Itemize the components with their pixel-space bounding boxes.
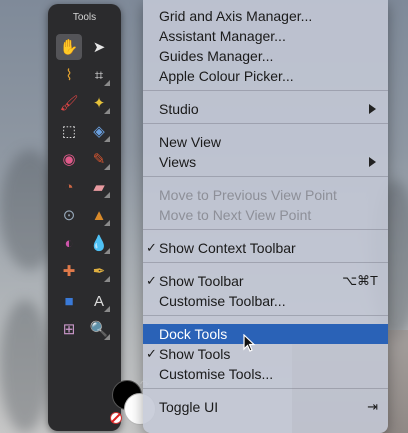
checkmark-icon: ✓ bbox=[146, 273, 157, 288]
menu-item-new-view[interactable]: New View bbox=[143, 132, 388, 152]
move-tool-icon[interactable]: ➤ bbox=[86, 34, 112, 60]
menu-item-move-to-previous-view-point: Move to Previous View Point bbox=[143, 185, 388, 205]
paint-brush-tool-icon[interactable]: ✎ bbox=[86, 146, 112, 172]
menu-item-label: Show Context Toolbar bbox=[159, 240, 296, 256]
eyedropper-tool-icon[interactable]: ⌇ bbox=[56, 62, 82, 88]
tool-flyout-indicator bbox=[104, 136, 110, 142]
menu-separator bbox=[143, 262, 388, 263]
selection-tool-icon[interactable]: ⬚ bbox=[56, 118, 82, 144]
menu-item-customise-tools[interactable]: Customise Tools... bbox=[143, 364, 388, 384]
tool-flyout-indicator bbox=[104, 220, 110, 226]
submenu-arrow-icon bbox=[369, 104, 376, 114]
menu-item-grid-and-axis-manager[interactable]: Grid and Axis Manager... bbox=[143, 6, 388, 26]
tool-flyout-indicator bbox=[104, 192, 110, 198]
tools-panel-title: Tools bbox=[72, 12, 97, 23]
menu-separator bbox=[143, 388, 388, 389]
brush-tool-icon[interactable]: 🖌 bbox=[56, 90, 82, 116]
menu-item-move-to-next-view-point: Move to Next View Point bbox=[143, 205, 388, 225]
menu-item-label: Guides Manager... bbox=[159, 48, 274, 64]
menu-item-label: Studio bbox=[159, 101, 199, 117]
menu-item-studio[interactable]: Studio bbox=[143, 99, 388, 119]
menu-item-apple-colour-picker[interactable]: Apple Colour Picker... bbox=[143, 66, 388, 86]
view-menu: Grid and Axis Manager... Assistant Manage… bbox=[143, 0, 388, 433]
menu-item-label: Move to Next View Point bbox=[159, 207, 312, 223]
tool-flyout-indicator bbox=[104, 306, 110, 312]
menu-separator bbox=[143, 123, 388, 124]
menu-item-assistant-manager[interactable]: Assistant Manager... bbox=[143, 26, 388, 46]
menu-item-label: Show Toolbar bbox=[159, 273, 244, 289]
crop-tool-icon[interactable]: ⌗ bbox=[86, 62, 112, 88]
menu-separator bbox=[143, 90, 388, 91]
menu-item-customise-toolbar[interactable]: Customise Toolbar... bbox=[143, 291, 388, 311]
no-color-icon[interactable] bbox=[110, 412, 122, 424]
menu-item-shortcut: ⌥⌘T bbox=[342, 273, 378, 288]
menu-item-label: Dock Tools bbox=[159, 326, 228, 342]
zoom-tool-icon[interactable]: 🔍 bbox=[86, 316, 112, 342]
color-replace-tool-icon[interactable]: ◔ bbox=[56, 174, 82, 200]
healing-tool-icon[interactable]: ✚ bbox=[56, 258, 82, 284]
submenu-arrow-icon bbox=[369, 157, 376, 167]
menu-separator bbox=[143, 229, 388, 230]
tool-flyout-indicator bbox=[104, 164, 110, 170]
menu-item-label: Assistant Manager... bbox=[159, 28, 286, 44]
mouse-cursor-icon bbox=[243, 334, 256, 352]
hand-tool-icon[interactable]: ✋ bbox=[56, 34, 82, 60]
blur-tool-icon[interactable]: 💧 bbox=[86, 230, 112, 256]
tool-flyout-indicator bbox=[104, 108, 110, 114]
menu-separator bbox=[143, 315, 388, 316]
menu-item-label: Grid and Axis Manager... bbox=[159, 8, 313, 24]
rectangle-tool-icon[interactable]: ■ bbox=[56, 288, 82, 314]
tools-panel: Tools ✋➤⌇⌗🖌✦⬚◈◉✎◔▰⊙▲◐💧✚✒■A⊞🔍 ↷ bbox=[48, 4, 156, 431]
checkmark-icon: ✓ bbox=[146, 240, 157, 255]
menu-item-show-context-toolbar[interactable]: ✓ Show Context Toolbar bbox=[143, 238, 388, 258]
menu-item-label: New View bbox=[159, 134, 221, 150]
tool-flyout-indicator bbox=[104, 276, 110, 282]
tool-flyout-indicator bbox=[104, 334, 110, 340]
zoom-lens-tool-icon[interactable]: ⊙ bbox=[56, 202, 82, 228]
menu-item-label: Move to Previous View Point bbox=[159, 187, 337, 203]
magic-wand-tool-icon[interactable]: ✦ bbox=[86, 90, 112, 116]
menu-separator bbox=[143, 176, 388, 177]
menu-item-views[interactable]: Views bbox=[143, 152, 388, 172]
eraser-tool-icon[interactable]: ▰ bbox=[86, 174, 112, 200]
text-tool-icon[interactable]: A bbox=[86, 288, 112, 314]
menu-item-label: Apple Colour Picker... bbox=[159, 68, 294, 84]
menu-item-show-toolbar[interactable]: ✓ Show Toolbar ⌥⌘T bbox=[143, 271, 388, 291]
menu-item-label: Show Tools bbox=[159, 346, 231, 362]
menu-item-label: Toggle UI bbox=[159, 399, 219, 415]
fill-tool-icon[interactable]: ◈ bbox=[86, 118, 112, 144]
tool-flyout-indicator bbox=[104, 248, 110, 254]
menu-item-label: Views bbox=[159, 154, 197, 170]
color-tool-icon[interactable]: ◉ bbox=[56, 146, 82, 172]
menu-item-toggle-ui[interactable]: Toggle UI ⇥ bbox=[143, 397, 388, 417]
checkmark-icon: ✓ bbox=[146, 346, 157, 361]
menu-item-show-tools[interactable]: ✓ Show Tools bbox=[143, 344, 388, 364]
menu-item-label: Customise Tools... bbox=[159, 366, 274, 382]
tool-flyout-indicator bbox=[104, 80, 110, 86]
menu-item-shortcut: ⇥ bbox=[367, 399, 378, 414]
mesh-tool-icon[interactable]: ⊞ bbox=[56, 316, 82, 342]
menu-item-guides-manager[interactable]: Guides Manager... bbox=[143, 46, 388, 66]
stamp-tool-icon[interactable]: ▲ bbox=[86, 202, 112, 228]
dodge-tool-icon[interactable]: ◐ bbox=[56, 230, 82, 256]
menu-item-label: Customise Toolbar... bbox=[159, 293, 286, 309]
pen-tool-icon[interactable]: ✒ bbox=[86, 258, 112, 284]
menu-item-dock-tools[interactable]: Dock Tools bbox=[143, 324, 388, 344]
